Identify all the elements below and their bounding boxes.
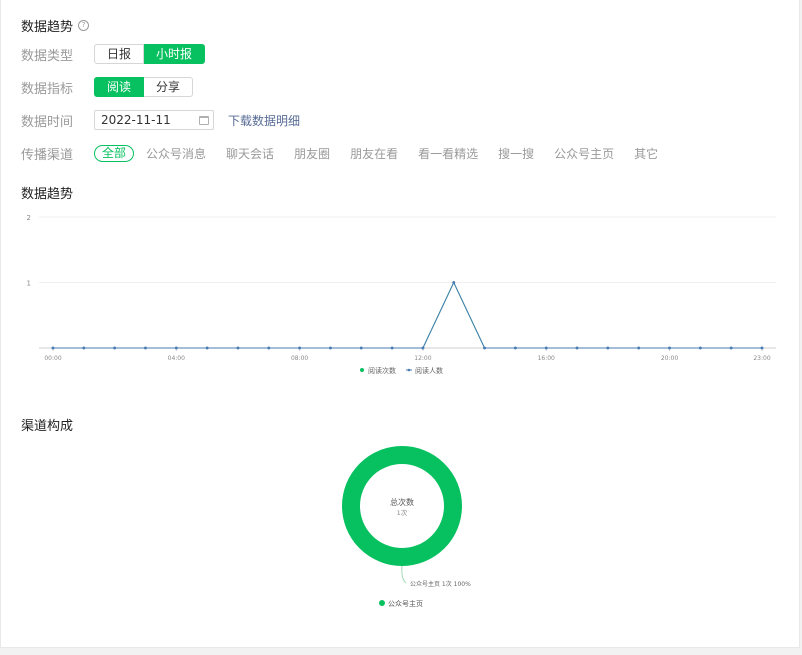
data-point[interactable] — [760, 346, 764, 350]
channel-tab-chat[interactable]: 聊天会话 — [226, 145, 274, 162]
data-point[interactable] — [698, 346, 702, 350]
series-line-reader-count — [53, 281, 762, 349]
channel-tab-friends-watching[interactable]: 朋友在看 — [350, 145, 398, 162]
y-tick-label: 2 — [27, 214, 31, 222]
data-point[interactable] — [144, 346, 147, 350]
data-point[interactable] — [329, 346, 332, 350]
data-point[interactable] — [113, 346, 117, 350]
legend-label[interactable]: 阅读人数 — [415, 366, 443, 375]
donut-center-title: 总次数 — [390, 497, 414, 507]
series-line-read-count — [53, 281, 762, 349]
legend-marker-dot — [407, 368, 411, 372]
download-detail-link[interactable]: 下载数据明细 — [228, 112, 300, 129]
metric-option-read[interactable]: 阅读 — [94, 77, 145, 97]
x-tick-label: 04:00 — [168, 355, 185, 362]
data-point[interactable] — [298, 346, 302, 350]
donut-center-value: 1次 — [397, 508, 408, 517]
data-point[interactable] — [359, 346, 363, 350]
metric-row: 数据指标 阅读 分享 — [21, 77, 194, 97]
legend-marker — [379, 600, 385, 606]
channel-tab-top-stories[interactable]: 看一看精选 — [418, 145, 478, 162]
x-tick-label: 12:00 — [414, 355, 431, 362]
trend-line-chart: 1 2 00:00 04:00 08:00 12:00 16:00 20:00 23:00 阅读次… — [27, 214, 776, 375]
calendar-icon — [199, 115, 209, 125]
channel-tabs: 全部 公众号消息 聊天会话 朋友圈 朋友在看 看一看精选 搜一搜 公众号主页 其… — [94, 145, 678, 162]
legend-label[interactable]: 阅读次数 — [368, 366, 396, 375]
data-point[interactable] — [174, 346, 178, 350]
data-type-label: 数据类型 — [21, 48, 74, 64]
x-tick-label: 16:00 — [538, 355, 555, 362]
channel-tab-account-message[interactable]: 公众号消息 — [146, 145, 206, 162]
x-tick-label: 08:00 — [291, 355, 308, 362]
channel-tab-moments[interactable]: 朋友圈 — [294, 145, 330, 162]
date-row: 数据时间 2022-11-11 下载数据明细 — [21, 110, 300, 130]
metric-toggle: 阅读 分享 — [94, 77, 194, 97]
channel-donut-chart: 总次数1次公众号主页 1次 100% 公众号主页 — [342, 446, 471, 608]
data-type-option-hourly[interactable]: 小时报 — [144, 44, 206, 64]
date-value: 2022-11-11 — [101, 113, 171, 127]
slice-label: 公众号主页 1次 100% — [410, 580, 471, 588]
metric-label: 数据指标 — [21, 81, 74, 97]
data-point[interactable] — [205, 346, 209, 350]
data-point[interactable] — [637, 346, 641, 350]
page-title: 数据趋势 — [21, 20, 74, 35]
data-point[interactable] — [390, 346, 394, 350]
data-point[interactable] — [668, 346, 671, 350]
channel-tab-other[interactable]: 其它 — [634, 145, 658, 162]
date-label: 数据时间 — [21, 114, 74, 130]
data-point[interactable] — [513, 346, 517, 350]
channel-tab-search[interactable]: 搜一搜 — [498, 145, 534, 162]
data-point[interactable] — [606, 346, 610, 350]
channel-label: 传播渠道 — [21, 148, 74, 163]
page-header: 数据趋势 ? — [21, 16, 90, 35]
composition-section-title: 渠道构成 — [21, 419, 74, 434]
y-tick-label: 1 — [27, 280, 31, 288]
data-point[interactable] — [575, 346, 579, 350]
data-type-option-daily[interactable]: 日报 — [94, 44, 145, 64]
slice-label-leader — [401, 565, 407, 584]
legend-marker — [360, 368, 364, 372]
data-point[interactable] — [236, 346, 240, 350]
data-point[interactable] — [729, 346, 733, 350]
x-tick-label: 20:00 — [661, 355, 678, 362]
data-type-toggle: 日报 小时报 — [94, 44, 206, 64]
channel-tab-account-home[interactable]: 公众号主页 — [554, 145, 614, 162]
data-point[interactable] — [421, 346, 425, 350]
question-circle-icon[interactable]: ? — [78, 20, 90, 31]
data-point[interactable] — [483, 346, 486, 350]
metric-option-share[interactable]: 分享 — [144, 77, 194, 97]
channel-row: 传播渠道 全部 公众号消息 聊天会话 朋友圈 朋友在看 看一看精选 搜一搜 公众… — [21, 144, 678, 163]
legend-label[interactable]: 公众号主页 — [388, 599, 423, 608]
data-point[interactable] — [51, 346, 55, 350]
x-tick-label: 23:00 — [753, 355, 770, 362]
data-type-row: 数据类型 日报 小时报 — [21, 44, 206, 64]
data-point[interactable] — [544, 346, 548, 350]
channel-tab-all[interactable]: 全部 — [94, 145, 135, 162]
main-card: 数据趋势 ? 数据类型 日报 小时报 数据指标 阅读 分享 数据时间 2022-… — [0, 0, 800, 648]
x-tick-label: 00:00 — [44, 355, 61, 362]
date-picker[interactable]: 2022-11-11 — [94, 110, 214, 130]
data-point[interactable] — [82, 346, 86, 350]
data-point[interactable] — [267, 346, 271, 350]
trend-section-title: 数据趋势 — [21, 187, 74, 202]
data-point[interactable] — [452, 281, 456, 284]
